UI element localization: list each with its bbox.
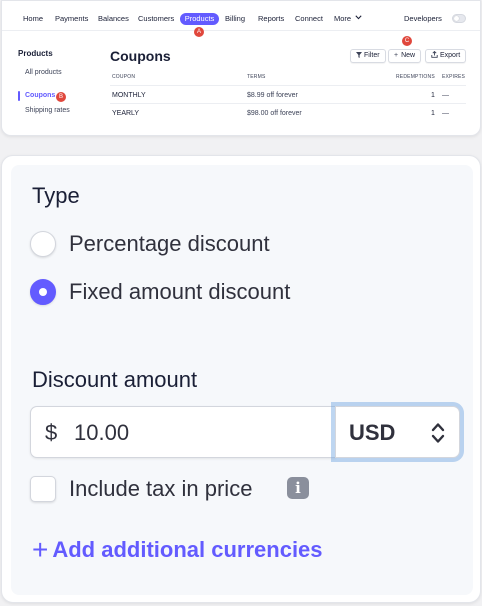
column-header-expires[interactable]: Expires [442, 74, 465, 80]
currency-value: USD [349, 420, 396, 445]
column-header-coupon[interactable]: Coupon [112, 74, 135, 80]
fixed-amount-discount-label[interactable]: Fixed amount discount [69, 279, 290, 305]
cell-expires: — [442, 110, 449, 117]
annotation-badge-a: A [194, 27, 204, 37]
nav-home[interactable]: Home [23, 14, 43, 23]
sidebar-item-shipping-rates[interactable]: Shipping rates [25, 107, 70, 114]
top-navigation: Home Payments Balances Customers Product… [2, 1, 480, 37]
sidebar-title: Products [18, 49, 53, 58]
nav-more[interactable]: More [334, 14, 362, 23]
new-button-label: New [401, 52, 416, 59]
annotation-badge-c: C [402, 36, 412, 46]
currency-symbol: $ [45, 420, 58, 445]
discount-amount-heading: Discount amount [32, 367, 198, 392]
nav-developers[interactable]: Developers [404, 14, 442, 23]
export-button-label: Export [440, 52, 461, 59]
nav-reports[interactable]: Reports [258, 14, 284, 23]
include-tax-checkbox[interactable] [30, 476, 56, 502]
filter-button-label: Filter [364, 52, 380, 59]
nav-more-label: More [334, 14, 352, 23]
page-title: Coupons [110, 48, 171, 64]
amount-input[interactable]: $ 10.00 [30, 406, 336, 458]
filter-icon [356, 51, 362, 58]
percentage-discount-label[interactable]: Percentage discount [69, 231, 270, 257]
select-stepper-icon [431, 423, 445, 443]
cell-redemptions: 1 [431, 110, 435, 117]
add-currencies-link[interactable]: + Add additional currencies [32, 536, 323, 564]
annotation-badge-b: B [56, 92, 66, 102]
nav-products[interactable]: Products [180, 13, 219, 25]
export-button[interactable]: Export [425, 49, 467, 63]
percentage-discount-radio[interactable] [30, 231, 56, 257]
include-tax-label[interactable]: Include tax in price [69, 476, 252, 502]
currency-select[interactable]: USD [335, 406, 460, 458]
discount-amount-group: $ 10.00 USD [30, 406, 460, 458]
coupons-page-card: Home Payments Balances Customers Product… [1, 0, 481, 136]
plus-icon: + [32, 534, 49, 565]
sidebar-item-all-products[interactable]: All products [25, 69, 62, 76]
cell-coupon: MONTHLY [112, 92, 146, 99]
column-header-redemptions[interactable]: Redemptions [396, 74, 435, 80]
filter-button[interactable]: Filter [350, 49, 386, 63]
sidebar-active-indicator [18, 91, 20, 101]
amount-value: 10.00 [74, 420, 130, 445]
plus-icon: + [394, 52, 399, 59]
cell-coupon: YEARLY [112, 110, 140, 117]
developers-toggle[interactable] [452, 14, 466, 23]
fixed-amount-discount-radio[interactable] [30, 279, 56, 305]
table-divider [110, 103, 466, 104]
cell-terms: $98.00 off forever [247, 110, 302, 117]
nav-customers[interactable]: Customers [138, 14, 174, 23]
nav-billing[interactable]: Billing [225, 14, 245, 23]
export-icon [431, 50, 438, 58]
info-icon[interactable]: i [287, 477, 309, 499]
add-currencies-label: Add additional currencies [52, 537, 323, 562]
nav-connect[interactable]: Connect [295, 14, 323, 23]
new-button[interactable]: + New [388, 49, 422, 63]
cell-expires: — [442, 92, 449, 99]
table-divider [110, 85, 466, 86]
type-heading: Type [32, 183, 80, 208]
chevron-down-icon [355, 15, 362, 20]
column-header-terms[interactable]: Terms [247, 74, 266, 80]
nav-payments[interactable]: Payments [55, 14, 88, 23]
nav-balances[interactable]: Balances [98, 14, 129, 23]
cell-terms: $8.99 off forever [247, 92, 298, 99]
sidebar-item-coupons[interactable]: Coupons [25, 92, 55, 99]
cell-redemptions: 1 [431, 92, 435, 99]
